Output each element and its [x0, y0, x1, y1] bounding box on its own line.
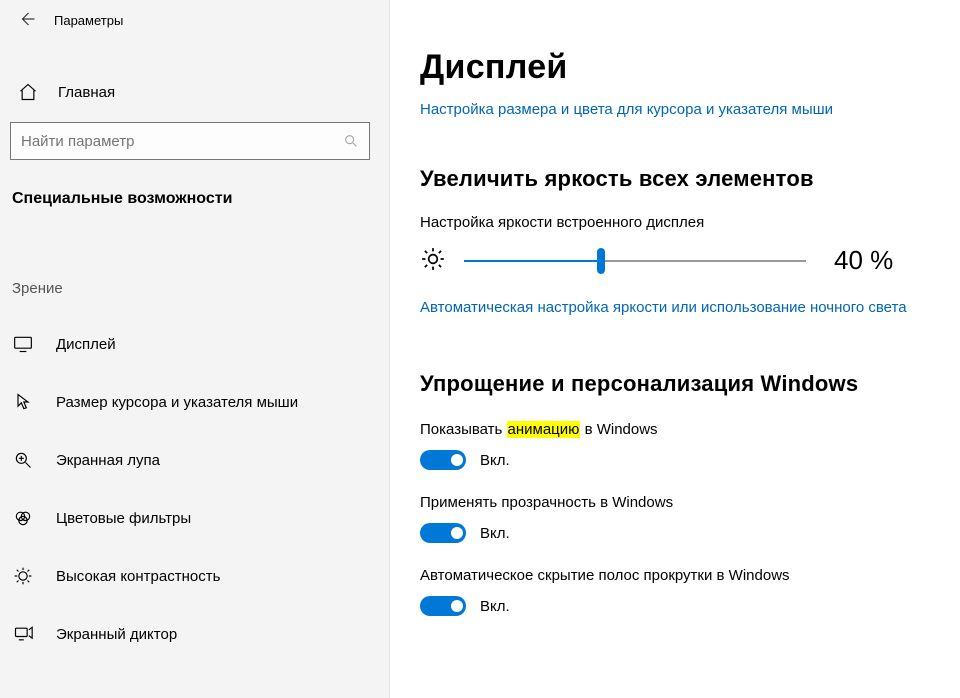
brightness-icon — [420, 246, 446, 275]
option-autohide-scrollbars: Вкл. — [420, 596, 930, 616]
brightness-label: Настройка яркости встроенного дисплея — [420, 214, 930, 231]
toggle-knob — [451, 454, 463, 466]
nav-item-label: Цветовые фильтры — [56, 510, 191, 527]
main-content: Дисплей Настройка размера и цвета для ку… — [390, 0, 960, 698]
nav-home-label: Главная — [58, 84, 115, 101]
slider-thumb[interactable] — [597, 248, 605, 274]
option-transparency-label: Применять прозрачность в Windows — [420, 494, 930, 511]
nav-home[interactable]: Главная — [0, 70, 389, 114]
toggle-transparency[interactable] — [420, 523, 466, 543]
option-show-animations-label: Показывать анимацию в Windows — [420, 421, 930, 438]
option-show-animations: Вкл. — [420, 450, 930, 470]
brightness-value: 40 % — [834, 245, 893, 276]
back-button[interactable] — [18, 10, 36, 31]
nav-item-label: Экранная лупа — [56, 452, 160, 469]
nav-item-label: Высокая контрастность — [56, 568, 220, 585]
titlebar: Параметры — [0, 0, 389, 36]
nav-item-display[interactable]: Дисплей — [0, 315, 389, 373]
sidebar-group-title: Специальные возможности — [0, 190, 389, 208]
nav-item-high-contrast[interactable]: Высокая контрастность — [0, 547, 389, 605]
brightness-section-title: Увеличить яркость всех элементов — [420, 166, 930, 192]
nav-item-narrator[interactable]: Экранный диктор — [0, 605, 389, 663]
sidebar: Параметры Главная Специальные возможност… — [0, 0, 390, 698]
simplify-section-title: Упрощение и персонализация Windows — [420, 371, 930, 397]
toggle-autohide-scrollbars[interactable] — [420, 596, 466, 616]
toggle-state: Вкл. — [480, 525, 510, 542]
toggle-state: Вкл. — [480, 598, 510, 615]
toggle-show-animations[interactable] — [420, 450, 466, 470]
nav-item-color-filters[interactable]: Цветовые фильтры — [0, 489, 389, 547]
home-icon — [18, 82, 38, 102]
sidebar-section-label: Зрение — [0, 280, 389, 297]
display-icon — [12, 333, 34, 355]
window-title: Параметры — [54, 13, 123, 28]
search-input[interactable] — [21, 133, 343, 150]
nav-item-cursor[interactable]: Размер курсора и указателя мыши — [0, 373, 389, 431]
auto-brightness-link[interactable]: Автоматическая настройка яркости или исп… — [420, 296, 930, 319]
option-transparency: Вкл. — [420, 523, 930, 543]
page-title: Дисплей — [420, 48, 930, 87]
color-filters-icon — [12, 507, 34, 529]
slider-fill — [464, 260, 601, 262]
toggle-knob — [451, 527, 463, 539]
option-autohide-scrollbars-label: Автоматическое скрытие полос прокрутки в… — [420, 567, 930, 584]
cursor-settings-link[interactable]: Настройка размера и цвета для курсора и … — [420, 101, 833, 118]
high-contrast-icon — [12, 565, 34, 587]
search-box[interactable] — [10, 122, 370, 160]
nav-item-label: Размер курсора и указателя мыши — [56, 394, 298, 411]
nav-item-magnifier[interactable]: Экранная лупа — [0, 431, 389, 489]
toggle-knob — [451, 600, 463, 612]
highlight-animation: анимацию — [507, 421, 581, 438]
nav-item-label: Дисплей — [56, 336, 116, 353]
search-icon — [343, 133, 359, 149]
brightness-control: 40 % — [420, 245, 930, 276]
narrator-icon — [12, 623, 34, 645]
sidebar-nav: Дисплей Размер курсора и указателя мыши … — [0, 315, 389, 663]
brightness-slider[interactable] — [464, 249, 806, 273]
nav-item-label: Экранный диктор — [56, 626, 177, 643]
cursor-icon — [12, 391, 34, 413]
magnifier-icon — [12, 449, 34, 471]
toggle-state: Вкл. — [480, 452, 510, 469]
